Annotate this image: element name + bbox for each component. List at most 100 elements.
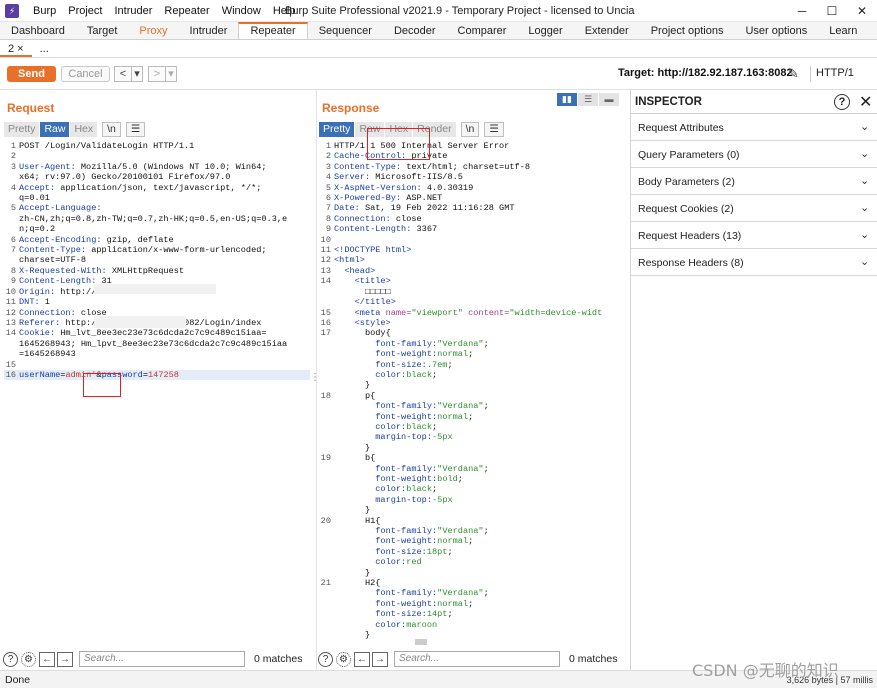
- code-line: x64; rv:97.0) Gecko/20100101 Firefox/97.…: [4, 172, 310, 182]
- line-number: 8: [325, 213, 331, 224]
- header-key: X-Requested-With:: [19, 265, 107, 276]
- tab-logger[interactable]: Logger: [517, 22, 573, 39]
- line-text: application/json, text/javascript, */*;: [55, 182, 262, 193]
- chevron-down-icon[interactable]: ⌄: [860, 228, 869, 241]
- minimize-icon[interactable]: ─: [787, 0, 817, 22]
- css-property: color:: [334, 557, 407, 568]
- redaction-mask: [94, 316, 186, 328]
- back-button[interactable]: <: [114, 66, 132, 82]
- tab-intruder[interactable]: Intruder: [179, 22, 239, 39]
- inspector-section-query-parameters[interactable]: Query Parameters (0) ⌄: [631, 141, 877, 168]
- menu-intruder[interactable]: Intruder: [109, 5, 159, 17]
- back-dropdown-icon[interactable]: ▾: [131, 66, 143, 82]
- code-line: }: [319, 505, 622, 515]
- tab-authz[interactable]: Authz: [868, 22, 877, 39]
- line-text: b{: [334, 453, 376, 464]
- line-number: 3: [10, 161, 16, 172]
- chevron-down-icon[interactable]: ⌄: [860, 147, 869, 160]
- menu-repeater[interactable]: Repeater: [158, 5, 215, 17]
- menu-project[interactable]: Project: [62, 5, 108, 17]
- code-line: }: [319, 630, 622, 639]
- inspector-section-request-cookies[interactable]: Request Cookies (2) ⌄: [631, 195, 877, 222]
- view-pretty-tab[interactable]: Pretty: [4, 122, 40, 137]
- tab-sequencer[interactable]: Sequencer: [308, 22, 383, 39]
- http-version-select[interactable]: HTTP/1: [816, 67, 854, 79]
- request-search-input[interactable]: Search...: [79, 651, 245, 667]
- code-line: 21 H2{: [319, 578, 622, 588]
- previous-match-arrow-icon[interactable]: ←: [39, 651, 55, 667]
- inspector-section-response-headers[interactable]: Response Headers (8) ⌄: [631, 249, 877, 276]
- tab-extender[interactable]: Extender: [574, 22, 640, 39]
- hamburger-menu-icon[interactable]: ☰: [484, 122, 504, 137]
- chevron-down-icon[interactable]: ⌄: [860, 255, 869, 268]
- settings-gear-icon[interactable]: ⚙: [336, 651, 351, 667]
- previous-match-arrow-icon[interactable]: ←: [354, 651, 370, 667]
- main-tabs: Dashboard Target Proxy Intruder Repeater Sequ…: [0, 22, 877, 40]
- inspector-section-label: Request Attributes: [638, 122, 724, 134]
- tab-decoder[interactable]: Decoder: [383, 22, 447, 39]
- send-button[interactable]: Send: [7, 66, 56, 82]
- header-key: User-Agent:: [19, 161, 76, 172]
- chevron-down-icon[interactable]: ⌄: [860, 174, 869, 187]
- inspector-section-request-attributes[interactable]: Request Attributes ⌄: [631, 114, 877, 141]
- line-number: 15: [320, 307, 331, 318]
- tab-dashboard[interactable]: Dashboard: [0, 22, 76, 39]
- line-number: 4: [325, 172, 331, 183]
- menu-window[interactable]: Window: [216, 5, 267, 17]
- edit-target-icon[interactable]: ✎: [788, 66, 799, 82]
- tab-project-options[interactable]: Project options: [640, 22, 735, 39]
- line-number: 12: [5, 307, 16, 318]
- view-hex-tab[interactable]: Hex: [70, 122, 98, 137]
- single-layout-icon[interactable]: ▬: [599, 93, 619, 106]
- code-line: }: [319, 568, 622, 578]
- inspector-section-request-headers[interactable]: Request Headers (13) ⌄: [631, 222, 877, 249]
- css-terminator: ;: [432, 484, 438, 495]
- show-newlines-button[interactable]: \n: [102, 122, 121, 137]
- header-key: Content-Length:: [334, 224, 412, 235]
- help-icon[interactable]: ?: [318, 651, 333, 667]
- tab-target[interactable]: Target: [76, 22, 129, 39]
- help-icon[interactable]: ?: [3, 651, 18, 667]
- menu-burp[interactable]: Burp: [27, 5, 62, 17]
- chevron-down-icon[interactable]: ⌄: [860, 120, 869, 133]
- hamburger-menu-icon[interactable]: ☰: [125, 122, 146, 137]
- view-raw-tab[interactable]: Raw: [40, 122, 70, 137]
- next-match-arrow-icon[interactable]: →: [57, 651, 73, 667]
- subtab-more[interactable]: ...: [32, 40, 57, 57]
- tab-comparer[interactable]: Comparer: [447, 22, 518, 39]
- subtab-2[interactable]: 2 ×: [0, 40, 32, 57]
- css-value: black: [406, 484, 432, 495]
- stacked-layout-icon[interactable]: ☰: [578, 93, 598, 106]
- close-window-icon[interactable]: ✕: [847, 0, 877, 22]
- forward-button[interactable]: >: [148, 66, 166, 82]
- settings-gear-icon[interactable]: ⚙: [21, 651, 36, 667]
- view-pretty-tab[interactable]: Pretty: [319, 122, 355, 137]
- next-match-arrow-icon[interactable]: →: [372, 651, 388, 667]
- line-number: 1: [325, 141, 331, 151]
- css-value: bold: [437, 474, 458, 484]
- side-by-side-layout-icon[interactable]: ▮▮: [557, 93, 577, 106]
- tab-proxy[interactable]: Proxy: [128, 22, 178, 39]
- cancel-button[interactable]: Cancel: [61, 66, 110, 82]
- request-editor[interactable]: 1 POST /Login/ValidateLogin HTTP/1.1 2 3 Use…: [4, 141, 310, 381]
- line-text: POST /Login/ValidateLogin HTTP/1.1: [19, 141, 195, 151]
- maximize-icon[interactable]: ☐: [817, 0, 847, 22]
- code-line: 16 userName=admin'&password=147258: [4, 369, 310, 381]
- line-number: 2: [10, 151, 16, 162]
- css-value: "Verdana": [437, 338, 484, 349]
- inspector-title: INSPECTOR: [635, 96, 702, 108]
- line-number: 15: [5, 359, 16, 370]
- scrollbar-thumb[interactable]: [415, 639, 427, 645]
- tab-learn[interactable]: Learn: [818, 22, 868, 39]
- response-editor[interactable]: 1 HTTP/1.1 500 Internal Server Error 2 Cach…: [319, 141, 622, 639]
- help-icon[interactable]: ?: [834, 94, 850, 110]
- close-icon[interactable]: ✕: [859, 92, 872, 112]
- html-attr-value: "width=device-widt: [509, 307, 603, 318]
- inspector-section-body-parameters[interactable]: Body Parameters (2) ⌄: [631, 168, 877, 195]
- forward-dropdown-icon[interactable]: ▾: [165, 66, 177, 82]
- response-search-input[interactable]: Search...: [394, 651, 560, 667]
- chevron-down-icon[interactable]: ⌄: [860, 201, 869, 214]
- tab-repeater[interactable]: Repeater: [238, 22, 308, 39]
- show-newlines-button[interactable]: \n: [460, 122, 480, 137]
- tab-user-options[interactable]: User options: [734, 22, 818, 39]
